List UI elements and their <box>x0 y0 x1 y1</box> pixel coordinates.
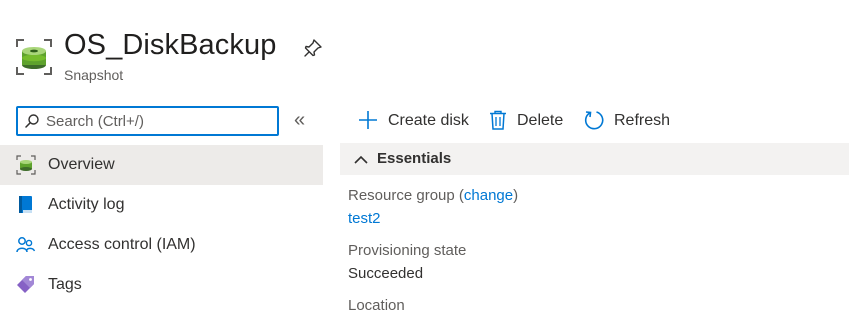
refresh-icon <box>583 109 605 131</box>
trash-icon <box>487 109 509 131</box>
sidebar-item-label: Activity log <box>48 196 125 213</box>
sidebar-item-iam[interactable]: Access control (IAM) <box>0 225 323 265</box>
search-icon <box>24 113 40 129</box>
pin-icon[interactable] <box>302 37 324 59</box>
sidebar-item-label: Overview <box>48 156 115 173</box>
search-input[interactable] <box>46 108 271 134</box>
iam-icon <box>16 235 36 255</box>
plus-icon <box>357 109 379 131</box>
delete-label: Delete <box>517 112 564 129</box>
delete-button[interactable]: Delete <box>487 108 569 136</box>
tag-icon <box>16 275 36 295</box>
page-subtitle: Snapshot <box>64 67 124 83</box>
sidebar-item-activity-log[interactable]: Activity log <box>0 185 323 225</box>
essentials-heading: Essentials <box>377 150 452 167</box>
sidebar-item-tags[interactable]: Tags <box>0 265 323 305</box>
create-disk-label: Create disk <box>388 112 469 129</box>
sidebar-item-overview[interactable]: Overview <box>0 145 323 185</box>
location-label: Location <box>348 297 405 314</box>
activity-log-icon <box>16 195 36 215</box>
provisioning-state-value: Succeeded <box>348 265 424 282</box>
page-title: OS_DiskBackup <box>64 29 277 61</box>
change-resource-group-link[interactable]: change <box>464 187 513 204</box>
resource-group-value[interactable]: test2 <box>348 210 381 227</box>
search-box[interactable] <box>16 106 279 136</box>
essentials-toggle[interactable]: Essentials <box>340 143 849 175</box>
collapse-sidebar-button[interactable]: « <box>294 110 305 130</box>
overview-icon <box>16 155 36 175</box>
provisioning-state-label: Provisioning state <box>348 242 467 259</box>
snapshot-disk-icon <box>15 38 53 76</box>
create-disk-button[interactable]: Create disk <box>357 108 472 136</box>
sidebar-item-label: Access control (IAM) <box>48 236 196 253</box>
refresh-button[interactable]: Refresh <box>583 108 673 136</box>
resource-group-link[interactable]: test2 <box>348 210 381 227</box>
resource-group-label: Resource group (change) <box>348 187 519 204</box>
chevron-up-icon <box>354 152 368 164</box>
sidebar-item-label: Tags <box>48 276 82 293</box>
refresh-label: Refresh <box>614 112 671 129</box>
